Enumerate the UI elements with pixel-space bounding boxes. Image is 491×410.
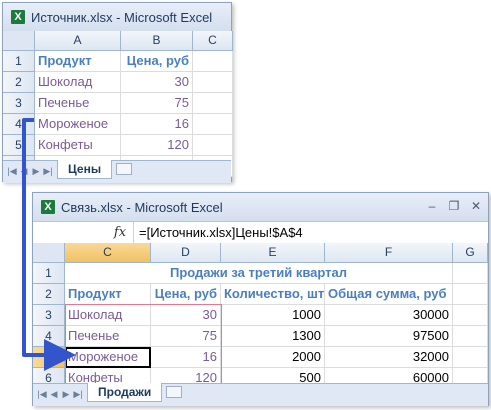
name-box[interactable] [41, 226, 101, 240]
cell-c1[interactable] [193, 51, 233, 72]
cell-c3[interactable]: Шоколад [65, 305, 151, 326]
insert-sheet-icon[interactable] [166, 386, 183, 398]
cell-d5[interactable]: 16 [151, 347, 221, 368]
select-all-corner[interactable] [33, 243, 65, 263]
table-title[interactable]: Продажи за третий квартал [65, 263, 453, 284]
restore-icon[interactable]: ❐ [448, 200, 460, 212]
minimize-icon[interactable]: – [426, 200, 438, 212]
first-sheet-icon[interactable]: |◀ [37, 388, 47, 400]
column-header-b[interactable]: B [121, 31, 193, 51]
sheet-tab-bar: |◀ ◀ ▶ ▶| Продажи [33, 383, 488, 406]
insert-function-button[interactable]: fx [110, 224, 130, 242]
next-sheet-icon[interactable]: ▶ [31, 165, 41, 177]
sheet-tab-bar: |◀ ◀ ▶ ▶| Цены [3, 160, 231, 183]
column-header-d[interactable]: D [151, 243, 221, 263]
sheet-tab-prices[interactable]: Цены [57, 160, 113, 179]
spreadsheet-grid: C D E F G 1 Продажи за третий квартал 2 … [33, 243, 488, 389]
sheet-tab-sales[interactable]: Продажи [87, 383, 163, 402]
cell-g5[interactable] [453, 347, 488, 368]
cell-a4[interactable]: Мороженое [35, 114, 121, 135]
cell-f5[interactable]: 32000 [325, 347, 453, 368]
cell-c2[interactable] [193, 72, 233, 93]
cell-f4[interactable]: 97500 [325, 326, 453, 347]
insert-sheet-icon[interactable] [116, 163, 133, 175]
window-title: Связь.xlsx - Microsoft Excel [61, 199, 223, 215]
prev-sheet-icon[interactable]: ◀ [49, 388, 59, 400]
row-header[interactable]: 3 [3, 93, 35, 114]
cell-d4[interactable]: 75 [151, 326, 221, 347]
prev-sheet-icon[interactable]: ◀ [19, 165, 29, 177]
formula-bar: fx =[Источник.xlsx]Цены!$A$4 [33, 221, 488, 245]
cell-g2[interactable] [453, 284, 488, 305]
row-header[interactable]: 1 [33, 263, 65, 284]
cell-d3[interactable]: 30 [151, 305, 221, 326]
row-header[interactable]: 3 [33, 305, 65, 326]
cell-a3[interactable]: Печенье [35, 93, 121, 114]
cell-g3[interactable] [453, 305, 488, 326]
cell-b1[interactable]: Цена, руб [121, 51, 193, 72]
cell-b4[interactable]: 16 [121, 114, 193, 135]
column-header-a[interactable]: A [35, 31, 121, 51]
row-header[interactable]: 5 [33, 347, 65, 368]
cell-e3[interactable]: 1000 [221, 305, 325, 326]
row-header[interactable]: 5 [3, 135, 35, 156]
cell-e2[interactable]: Количество, шт [221, 284, 325, 305]
next-sheet-icon[interactable]: ▶ [61, 388, 71, 400]
cell-g1[interactable] [453, 263, 488, 284]
row-header[interactable]: 4 [3, 114, 35, 135]
cell-b3[interactable]: 75 [121, 93, 193, 114]
row-header[interactable]: 4 [33, 326, 65, 347]
spreadsheet-grid: A B C 1 Продукт Цена, руб 2 Шоколад 30 3… [3, 31, 233, 177]
cell-c3[interactable] [193, 93, 233, 114]
window-title: Источник.xlsx - Microsoft Excel [31, 9, 213, 25]
excel-icon: X [11, 10, 25, 24]
cell-a2[interactable]: Шоколад [35, 72, 121, 93]
excel-icon: X [41, 200, 55, 214]
cell-d2[interactable]: Цена, руб [151, 284, 221, 305]
column-header-f[interactable]: F [325, 243, 453, 263]
row-header[interactable]: 2 [33, 284, 65, 305]
cell-e5[interactable]: 2000 [221, 347, 325, 368]
title-bar: X Связь.xlsx - Microsoft Excel – ❐ ✕ [33, 193, 488, 221]
cell-c2[interactable]: Продукт [65, 284, 151, 305]
column-header-e[interactable]: E [221, 243, 325, 263]
cell-b5[interactable]: 120 [121, 135, 193, 156]
cell-f3[interactable]: 30000 [325, 305, 453, 326]
column-header-c[interactable]: C [193, 31, 233, 51]
column-header-g[interactable]: G [453, 243, 488, 263]
cell-f2[interactable]: Общая сумма, руб [325, 284, 453, 305]
cell-e4[interactable]: 1300 [221, 326, 325, 347]
cell-a5[interactable]: Конфеты [35, 135, 121, 156]
source-excel-window: X Источник.xlsx - Microsoft Excel A B C … [2, 2, 233, 183]
last-sheet-icon[interactable]: ▶| [73, 388, 83, 400]
last-sheet-icon[interactable]: ▶| [43, 165, 53, 177]
cell-c4[interactable]: Печенье [65, 326, 151, 347]
first-sheet-icon[interactable]: |◀ [7, 165, 17, 177]
formula-input[interactable]: =[Источник.xlsx]Цены!$A$4 [139, 225, 303, 240]
active-cell-c5[interactable]: Мороженое [65, 347, 151, 368]
title-bar: X Источник.xlsx - Microsoft Excel [3, 3, 231, 31]
select-all-corner[interactable] [3, 31, 35, 51]
cell-g4[interactable] [453, 326, 488, 347]
target-excel-window: X Связь.xlsx - Microsoft Excel – ❐ ✕ fx … [32, 192, 489, 406]
cell-a1[interactable]: Продукт [35, 51, 121, 72]
close-icon[interactable]: ✕ [470, 200, 482, 212]
cell-b2[interactable]: 30 [121, 72, 193, 93]
row-header[interactable]: 2 [3, 72, 35, 93]
row-header[interactable]: 1 [3, 51, 35, 72]
cell-c5[interactable] [193, 135, 233, 156]
column-header-c[interactable]: C [65, 243, 151, 263]
cell-c4[interactable] [193, 114, 233, 135]
